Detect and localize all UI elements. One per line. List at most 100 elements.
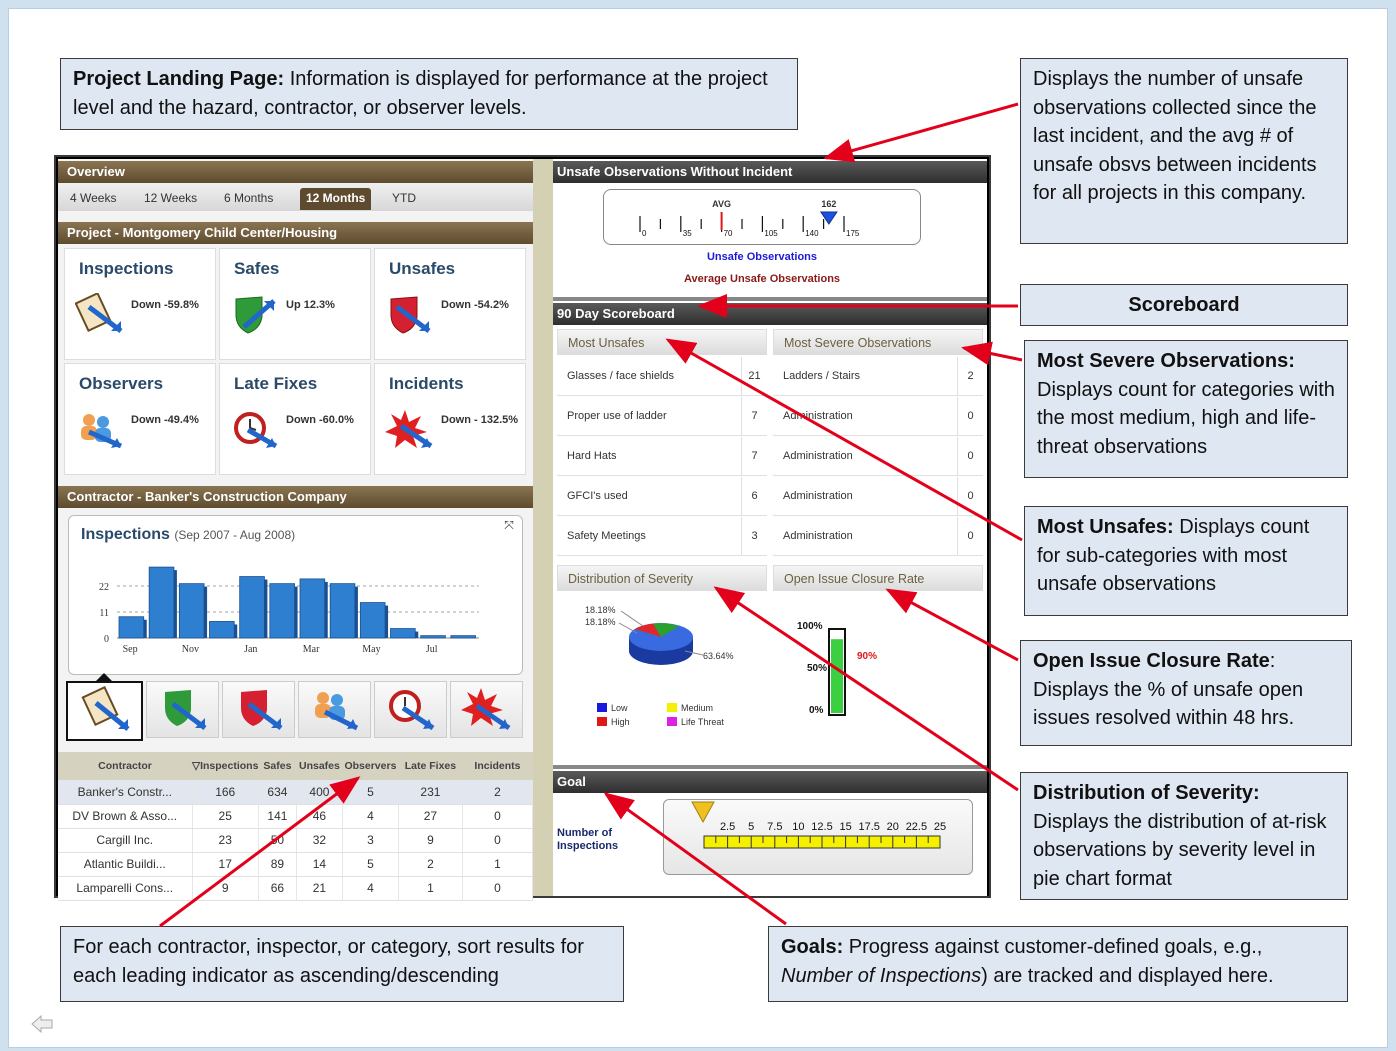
sort-callout-text: For each contractor, inspector, or categ… [73, 936, 584, 987]
bar-jun [390, 628, 416, 639]
overview-panel: Overview 4 Weeks 12 Weeks 6 Months 12 Mo… [58, 159, 534, 901]
contractor-table: Contractor ▽Inspections Safes Unsafes Ob… [58, 752, 534, 901]
cell: 25 [192, 804, 259, 829]
most-severe-header: Most Severe Observations [773, 329, 983, 355]
incidents-metric-button[interactable] [450, 681, 523, 738]
inspections-metric-button[interactable] [66, 681, 143, 741]
cell: 141 [258, 804, 297, 829]
x-tick-label: Jan [244, 644, 257, 655]
tile-incidents[interactable]: Incidents Down - 132.5% [374, 363, 526, 475]
contractor-header: Contractor - Banker's Construction Compa… [58, 486, 533, 508]
col-unsafes[interactable]: Unsafes [296, 752, 343, 780]
unsafes-metric-button[interactable] [222, 681, 295, 738]
gauge-scale-label: 105 [764, 229, 778, 238]
most-unsafes-callout: Most Unsafes: Displays count for sub-cat… [1024, 506, 1348, 616]
tile-title: Late Fixes [234, 374, 318, 393]
col-observers[interactable]: Observers [342, 752, 399, 780]
goals-callout-title: Goals: [781, 936, 844, 958]
legend-life-threat: Life Threat [681, 717, 724, 727]
legend-swatch-life-threat [667, 717, 677, 726]
distribution-panel: 18.18% 18.18% 63.64% Low Medium High Lif… [557, 593, 767, 763]
unsafe-obs-header: Unsafe Observations Without Incident [553, 161, 987, 183]
item-count: 0 [957, 517, 983, 556]
item-name: Administration [783, 530, 853, 542]
cell: 89 [258, 852, 297, 877]
y-tick-label: 0 [104, 634, 109, 645]
table-row[interactable]: Banker's Constr... 166 634 400 5 231 2 [58, 780, 534, 805]
list-item: Glasses / face shields 21 [557, 357, 767, 396]
explosion-icon [385, 408, 435, 450]
gauge-avg-label: AVG [712, 199, 731, 209]
late-fixes-metric-button[interactable] [374, 681, 447, 738]
unsafe-callout-text: Displays the number of unsafe observatio… [1033, 68, 1317, 204]
explosion-icon [461, 688, 511, 731]
gauge-svg: 0 35 70 105 140 175 AVG 162 [639, 199, 860, 238]
col-late-fixes[interactable]: Late Fixes [398, 752, 463, 780]
table-row[interactable]: Cargill Inc. 23 50 32 3 9 0 [58, 828, 534, 853]
closure-callout-title: Open Issue Closure Rate [1033, 650, 1270, 672]
bar-nov [178, 583, 205, 639]
unsafe-obs-callout: Displays the number of unsafe observatio… [1020, 58, 1348, 244]
pie-label-2: 18.18% [585, 617, 616, 627]
previous-slide-arrow-icon[interactable] [30, 1014, 54, 1034]
observers-metric-button[interactable] [298, 681, 371, 738]
bar-side-nov [204, 586, 208, 638]
period-tabs: 4 Weeks 12 Weeks 6 Months 12 Months YTD [58, 183, 533, 211]
y-tick-label: 22 [99, 582, 109, 593]
x-tick-label: Jul [426, 644, 438, 655]
cell: DV Brown & Asso... [58, 804, 193, 829]
tile-title: Observers [79, 374, 164, 393]
clipboard-icon [81, 686, 130, 731]
col-inspections[interactable]: ▽Inspections [192, 752, 259, 780]
item-name: Administration [783, 450, 853, 462]
bar-feb [269, 583, 295, 639]
red-shield-icon [241, 690, 283, 730]
tile-inspections[interactable]: Inspections Down -59.8% [64, 248, 216, 360]
most-severe-callout: Most Severe Observations: Displays count… [1024, 340, 1348, 478]
bar-jan [239, 576, 265, 639]
cell: Cargill Inc. [58, 828, 193, 853]
table-row[interactable]: DV Brown & Asso... 25 141 46 4 27 0 [58, 804, 534, 829]
bar-jul [420, 635, 446, 639]
tile-observers[interactable]: Observers Down -49.4% [64, 363, 216, 475]
scoreboard-callout-text: Scoreboard [1128, 294, 1240, 316]
pie-label-1: 18.18% [585, 605, 616, 615]
col-contractor[interactable]: Contractor [58, 752, 192, 780]
goals-callout-text1: Progress against customer-defined goals,… [843, 936, 1263, 958]
bar-mar [299, 578, 326, 639]
cell: 21 [296, 876, 343, 901]
y-tick-label: 11 [99, 608, 109, 619]
col-safes[interactable]: Safes [258, 752, 297, 780]
item-name: Ladders / Stairs [783, 370, 861, 382]
tile-unsafes[interactable]: Unsafes Down -54.2% [374, 248, 526, 360]
goals-callout-italic: Number of Inspections [781, 964, 982, 987]
scoreboard-header: 90 Day Scoreboard [553, 303, 987, 325]
table-row[interactable]: Atlantic Buildi... 17 89 14 5 2 1 [58, 852, 534, 877]
goal-scale-label: 20 [887, 821, 899, 833]
tab-ytd[interactable]: YTD [386, 188, 422, 210]
tile-safes[interactable]: Safes Up 12.3% [219, 248, 371, 360]
red-shield-icon [385, 293, 435, 335]
cell: 0 [462, 804, 534, 829]
tab-4-weeks[interactable]: 4 Weeks [64, 188, 122, 210]
unsafes-callout-title: Most Unsafes: [1037, 516, 1174, 538]
item-count: 7 [741, 397, 767, 436]
safes-metric-button[interactable] [146, 681, 219, 738]
tab-6-months[interactable]: 6 Months [218, 188, 279, 210]
people-icon [315, 692, 359, 731]
metric-icon-row [64, 681, 529, 741]
table-row[interactable]: Lamparelli Cons... 9 66 21 4 1 0 [58, 876, 534, 901]
tile-value: Down - 132.5% [441, 414, 519, 426]
tab-12-months[interactable]: 12 Months [300, 188, 372, 210]
col-incidents[interactable]: Incidents [462, 752, 533, 780]
tile-late-fixes[interactable]: Late Fixes Down -60.0% [219, 363, 371, 475]
inspections-chart: Inspections (Sep 2007 - Aug 2008) ⤧ 0 11 2… [68, 515, 523, 675]
landing-page-callout: Project Landing Page: Information is dis… [60, 58, 798, 130]
goals-callout: Goals: Progress against customer-defined… [768, 926, 1348, 1002]
legend-high: High [611, 717, 630, 727]
list-item: Administration 0 [773, 477, 983, 516]
cell: 32 [296, 828, 343, 853]
tab-12-weeks[interactable]: 12 Weeks [138, 188, 203, 210]
list-item: Safety Meetings 3 [557, 517, 767, 556]
cell: 17 [192, 852, 259, 877]
